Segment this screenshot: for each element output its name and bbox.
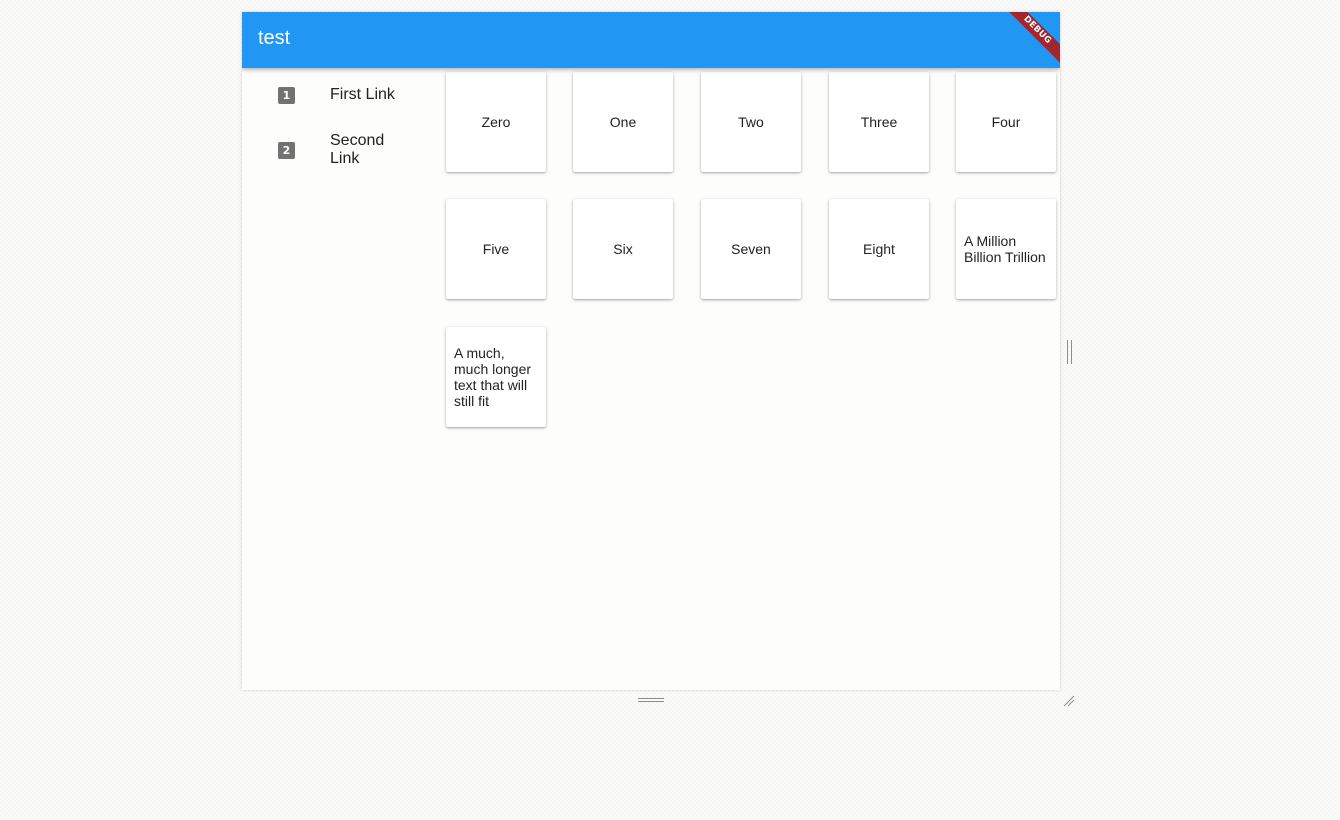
grid-card[interactable]: A Million Billion Trillion (956, 199, 1056, 299)
card-label: A Million Billion Trillion (964, 233, 1046, 265)
sidebar-item-label: Second Link (330, 132, 385, 167)
grid-card[interactable]: Three (829, 72, 929, 172)
debug-banner: DEBUG (1000, 12, 1060, 67)
card-label: Seven (731, 241, 771, 257)
grid-card[interactable]: One (573, 72, 673, 172)
card-label: Six (613, 241, 633, 257)
grid-card[interactable]: Six (573, 199, 673, 299)
grid-card[interactable]: Seven (701, 199, 801, 299)
sidebar: 1 First Link 2 Second Link (242, 68, 432, 690)
sidebar-item-second-link[interactable]: 2 Second Link (242, 130, 432, 174)
card-label: Three (860, 114, 898, 130)
grid-card[interactable]: A much, much longer text that will still… (446, 327, 546, 427)
grid-card[interactable]: Five (446, 199, 546, 299)
resize-grip-icon[interactable] (1062, 694, 1076, 708)
sidebar-item-label: First Link (330, 86, 395, 103)
card-label: A much, much longer text that will still… (454, 345, 532, 409)
app-title: test (258, 27, 291, 49)
grid-card[interactable]: Eight (829, 199, 929, 299)
number-1-icon: 1 (278, 87, 295, 104)
sidebar-item-first-link[interactable]: 1 First Link (242, 73, 432, 117)
card-label: One (609, 114, 637, 130)
card-label: Five (482, 241, 510, 257)
number-2-icon: 2 (278, 142, 295, 159)
grid-card[interactable]: Four (956, 72, 1056, 172)
grid-card[interactable]: Zero (446, 72, 546, 172)
card-label: Eight (863, 241, 895, 257)
vertical-resize-handle[interactable] (1067, 340, 1073, 364)
card-label: Zero (481, 114, 511, 130)
card-label: Two (738, 114, 764, 130)
app-bar: test DEBUG (242, 12, 1060, 68)
app-window: test DEBUG 1 First Link 2 Second Link Ze… (242, 12, 1060, 690)
card-label: Four (991, 114, 1021, 130)
grid-card[interactable]: Two (701, 72, 801, 172)
horizontal-resize-handle[interactable] (638, 698, 664, 704)
